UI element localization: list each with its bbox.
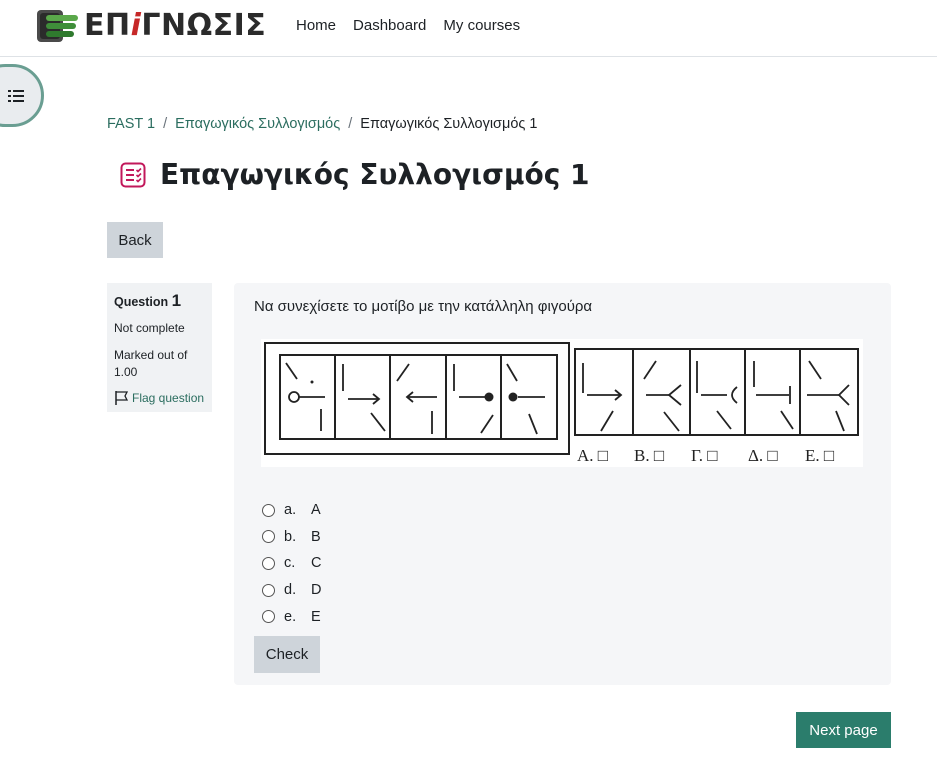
breadcrumb-section[interactable]: Επαγωγικός Συλλογισμός [175,116,340,132]
question-state: Not complete [114,321,185,335]
top-navbar: ΕΠiΓΝΩΣΙΣ Home Dashboard My courses [0,0,937,57]
figure-label-e: Ε. □ [805,446,834,465]
radio-button[interactable] [262,530,275,544]
primary-navigation: Home Dashboard My courses [296,17,520,34]
figure-label-d: Δ. □ [748,446,778,465]
radio-button[interactable] [262,610,275,624]
logo-text: ΕΠiΓΝΩΣΙΣ [84,8,267,43]
answer-text: E [311,608,321,625]
list-icon [8,89,24,102]
answer-letter: a. [284,502,297,519]
flag-icon [115,391,129,405]
radio-button[interactable] [262,556,275,570]
question-number: Question 1 [114,291,205,311]
nav-dashboard[interactable]: Dashboard [353,17,426,34]
page-title: Επαγωγικός Συλλογισμός 1 [160,158,590,191]
breadcrumb-course[interactable]: FAST 1 [107,116,155,132]
answer-option-a[interactable]: a. A [262,497,321,524]
breadcrumb: FAST 1 / Επαγωγικός Συλλογισμός / Επαγωγ… [107,116,538,132]
radio-button[interactable] [262,503,275,517]
figure-label-c: Γ. □ [691,446,718,465]
answer-letter: e. [284,608,297,625]
question-info-panel: Question 1 Not complete Marked out of 1.… [107,283,212,412]
quiz-icon [120,162,146,187]
answer-text: B [311,528,321,545]
answer-text: C [311,555,322,572]
answer-option-c[interactable]: c. C [262,550,321,577]
answer-option-b[interactable]: b. B [262,524,321,551]
breadcrumb-separator: / [163,116,168,132]
logo-icon [37,10,78,42]
next-page-button[interactable]: Next page [796,712,891,748]
flag-question-label: Flag question [132,391,205,405]
answer-text: A [311,502,321,519]
answer-letter: d. [284,582,297,599]
answer-text: D [311,582,322,599]
answer-letter: c. [284,555,296,572]
question-text: Να συνεχίσετε το μοτίβο με την κατάλληλη… [254,298,593,315]
course-index-toggle[interactable] [0,64,44,127]
radio-button[interactable] [262,583,275,597]
figure-label-b: Β. □ [634,446,664,465]
question-content: Να συνεχίσετε το μοτίβο με την κατάλληλη… [234,283,891,685]
question-number-value: 1 [171,291,182,310]
answer-option-e[interactable]: e. E [262,603,321,630]
check-button[interactable]: Check [254,636,320,673]
question-number-label: Question [114,295,169,309]
answer-option-d[interactable]: d. D [262,577,321,604]
back-button[interactable]: Back [107,222,163,258]
breadcrumb-current: Επαγωγικός Συλλογισμός 1 [360,116,538,132]
figure-label-a: Α. □ [577,446,608,465]
flag-question-link[interactable]: Flag question [114,390,205,406]
question-grade: Marked out of 1.00 [114,348,188,379]
breadcrumb-separator: / [348,116,353,132]
nav-my-courses[interactable]: My courses [443,17,520,34]
answer-letter: b. [284,528,297,545]
answer-options: a. A b. B c. C d. D e. E [262,497,321,630]
page-header: Επαγωγικός Συλλογισμός 1 [120,158,590,191]
nav-home[interactable]: Home [296,17,336,34]
site-logo[interactable]: ΕΠiΓΝΩΣΙΣ [36,9,266,43]
pattern-figure-image: Α. □ Β. □ Γ. □ Δ. □ Ε. □ [261,339,863,467]
